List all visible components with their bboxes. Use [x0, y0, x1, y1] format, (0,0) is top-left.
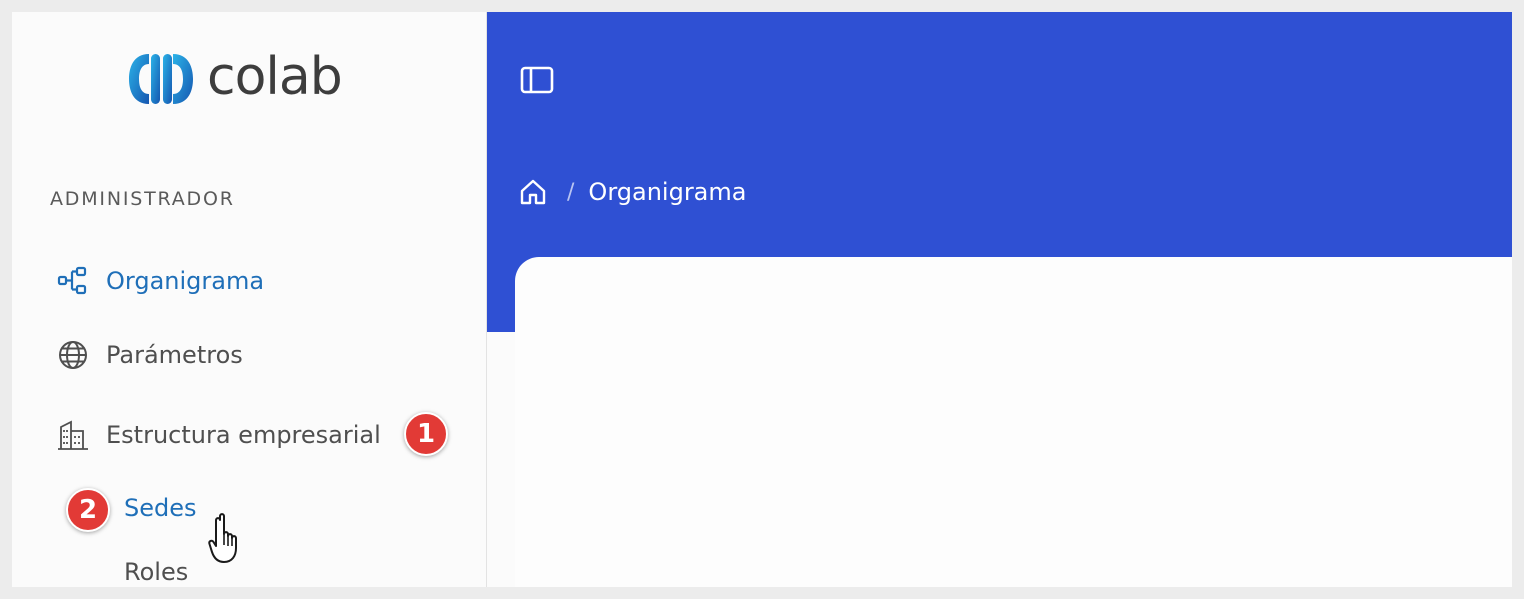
breadcrumb-separator: / [567, 179, 575, 205]
sidebar-toggle-button[interactable] [517, 62, 557, 98]
globe-icon [56, 338, 90, 372]
sidebar-item-organigrama[interactable]: Organigrama [56, 264, 264, 298]
building-icon [56, 418, 90, 452]
sidebar-item-parametros[interactable]: Parámetros [56, 338, 243, 372]
step-marker-1: 1 [404, 412, 448, 456]
sidebar-item-estructura-empresarial[interactable]: Estructura empresarial [56, 418, 381, 452]
sidebar-subitem-sedes[interactable]: Sedes [124, 494, 197, 522]
home-icon[interactable] [517, 176, 549, 208]
sidebar-subitem-roles[interactable]: Roles [124, 558, 188, 586]
org-chart-icon [56, 264, 90, 298]
breadcrumb: / Organigrama [517, 176, 746, 208]
hand-cursor-icon [208, 513, 237, 563]
main-area: / Organigrama [487, 12, 1512, 587]
section-title: ADMINISTRADOR [50, 188, 235, 210]
step-marker-2: 2 [66, 488, 110, 532]
brand-logo[interactable]: colab [127, 47, 343, 108]
sidebar: colab ADMINISTRADOR Organigrama Parámetr… [12, 12, 487, 587]
breadcrumb-current: Organigrama [588, 178, 747, 206]
colab-logo-icon [129, 54, 193, 104]
sidebar-item-label: Estructura empresarial [106, 421, 381, 449]
sidebar-toggle-icon [520, 66, 554, 94]
sidebar-item-label: Parámetros [106, 341, 243, 369]
app-window: colab ADMINISTRADOR Organigrama Parámetr… [12, 12, 1512, 587]
content-card [515, 257, 1512, 587]
sidebar-item-label: Organigrama [106, 267, 265, 295]
brand-name: colab [207, 47, 343, 107]
